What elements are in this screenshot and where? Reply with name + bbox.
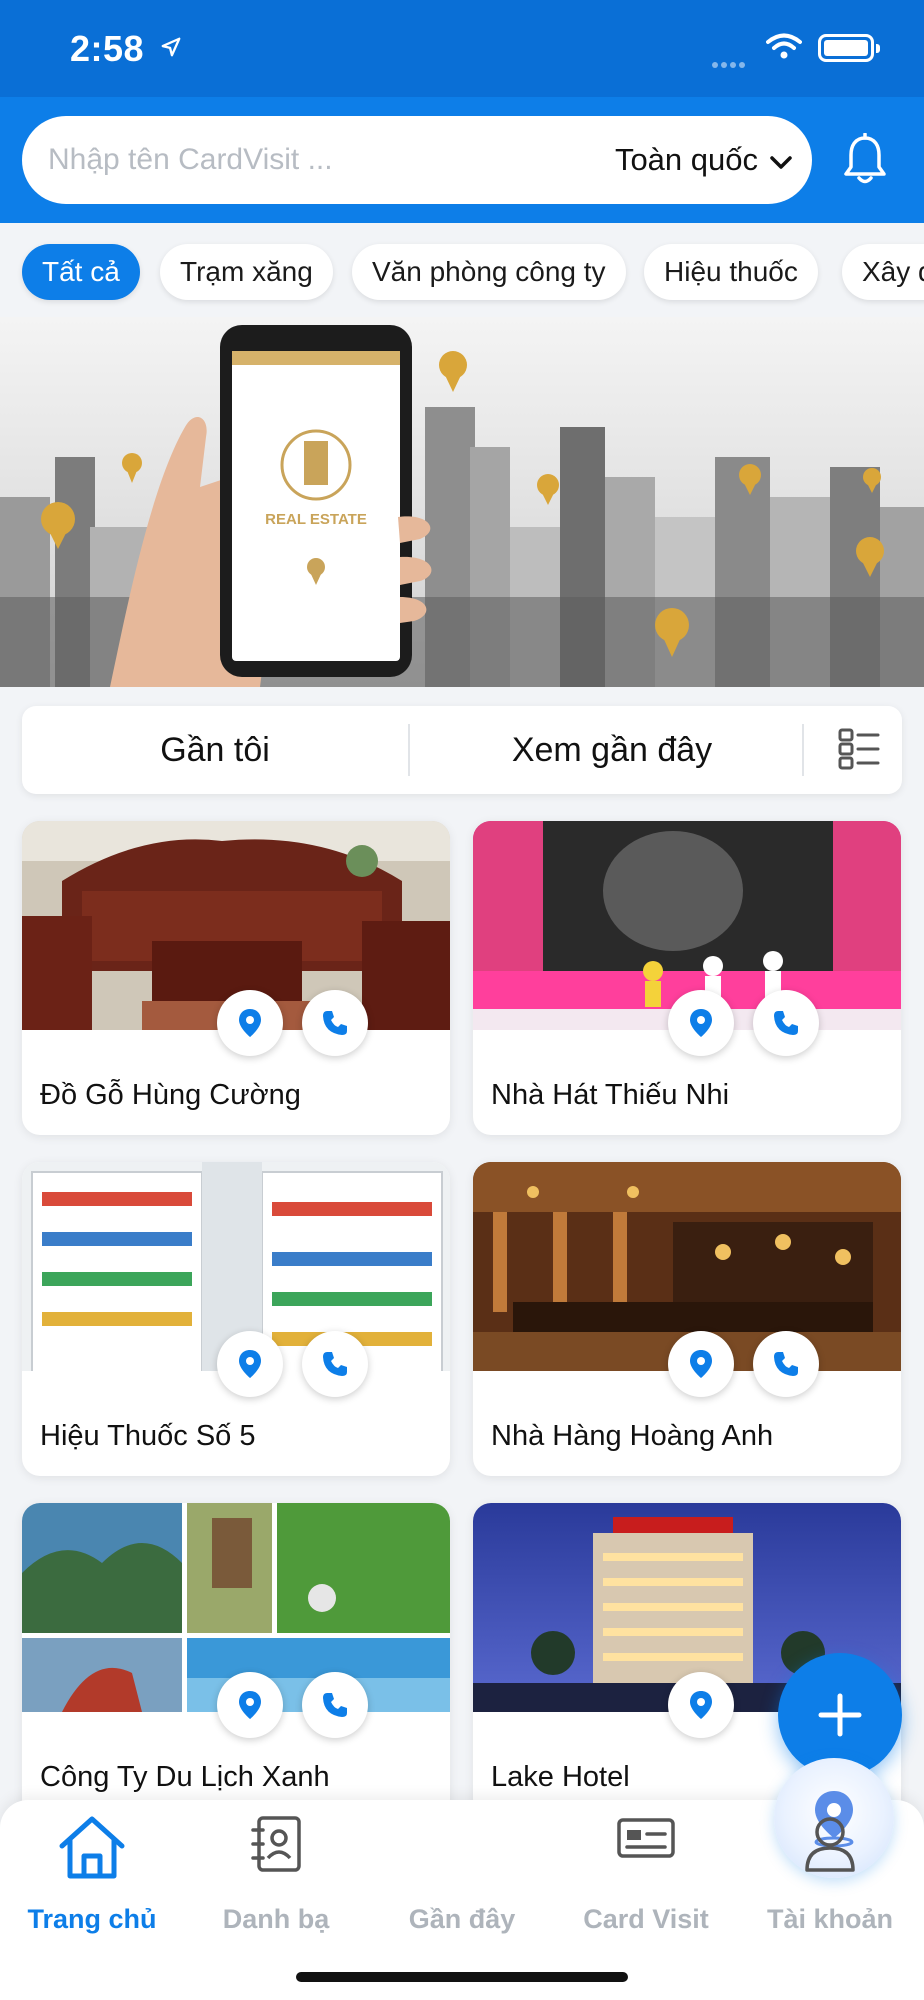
bottom-navigation: Trang chủ Danh bạ Gần đây Card Visit Tài… [0, 1758, 924, 2000]
home-icon [59, 1816, 125, 1879]
signal-icon [712, 55, 756, 68]
nav-label: Trang chủ [27, 1904, 157, 1934]
business-card[interactable]: Công Ty Du Lịch Xanh [22, 1503, 450, 1817]
card-title: Nhà Hát Thiếu Nhi [491, 1079, 730, 1111]
business-card[interactable]: Nhà Hát Thiếu Nhi [473, 821, 901, 1135]
card-icon [617, 1818, 675, 1858]
business-card[interactable]: Đồ Gỗ Hùng Cường [22, 821, 450, 1135]
map-pin-button[interactable] [217, 990, 283, 1056]
search-bar: Toàn quốc [22, 116, 812, 204]
nav-label: Danh bạ [222, 1904, 330, 1934]
business-card[interactable]: Nhà Hàng Hoàng Anh [473, 1162, 901, 1476]
nav-home[interactable]: Trang chủ [2, 1800, 182, 1934]
card-title: Nhà Hàng Hoàng Anh [491, 1420, 774, 1452]
home-indicator [296, 1972, 628, 1982]
tab-divider [802, 724, 804, 776]
location-pin-icon [690, 1691, 712, 1719]
business-card[interactable]: Hiệu Thuốc Số 5 [22, 1162, 450, 1476]
phone-icon [323, 1693, 347, 1717]
call-button[interactable] [302, 990, 368, 1056]
battery-icon [818, 34, 880, 62]
banner-brand-text: REAL ESTATE [265, 511, 367, 528]
call-button[interactable] [302, 1672, 368, 1738]
map-pin-button[interactable] [217, 1672, 283, 1738]
status-bar: 2:58 [0, 0, 924, 97]
nav-account[interactable]: Tài khoản [740, 1800, 920, 1934]
plus-icon [818, 1693, 862, 1737]
card-title: Hiệu Thuốc Số 5 [40, 1420, 256, 1452]
phone-icon [774, 1352, 798, 1376]
card-title: Lake Hotel [491, 1761, 630, 1793]
region-dropdown[interactable]: Toàn quốc [615, 116, 792, 204]
region-label: Toàn quốc [614, 142, 758, 177]
chip-construction[interactable]: Xây dựng [842, 244, 924, 300]
map-pin-button[interactable] [217, 1331, 283, 1397]
search-input[interactable] [48, 116, 568, 204]
call-button[interactable] [302, 1331, 368, 1397]
chip-gas-station[interactable]: Trạm xăng [160, 244, 333, 300]
promo-banner[interactable]: REAL ESTATE [0, 317, 924, 687]
location-pin-icon [239, 1009, 261, 1037]
location-pin-icon [239, 1350, 261, 1378]
chip-pharmacy[interactable]: Hiệu thuốc [644, 244, 818, 300]
call-button[interactable] [753, 990, 819, 1056]
tab-near-me[interactable]: Gần tôi [22, 706, 408, 794]
list-view-icon[interactable] [838, 728, 880, 775]
location-arrow-icon [160, 36, 182, 63]
nav-label: Gần đây [408, 1904, 516, 1934]
nav-card-visit[interactable]: Card Visit [556, 1800, 736, 1934]
nav-label: Tài khoản [766, 1904, 894, 1934]
phone-icon [323, 1011, 347, 1035]
tabs-bar: Gần tôi Xem gần đây [22, 706, 902, 794]
nav-label: Card Visit [583, 1904, 709, 1934]
category-chips: Tất cả Trạm xăng Văn phòng công ty Hiệu … [0, 223, 924, 317]
nav-nearby[interactable]: Gần đây [372, 1758, 894, 1934]
nav-contacts[interactable]: Danh bạ [186, 1800, 366, 1934]
location-pin-icon [239, 1691, 261, 1719]
bell-icon[interactable] [842, 132, 888, 192]
chip-all[interactable]: Tất cả [22, 244, 140, 300]
phone-icon [774, 1011, 798, 1035]
map-pin-button[interactable] [668, 1331, 734, 1397]
tab-recently-viewed[interactable]: Xem gần đây [410, 706, 814, 794]
card-title: Công Ty Du Lịch Xanh [40, 1761, 330, 1793]
user-icon [805, 1817, 855, 1872]
call-button[interactable] [753, 1331, 819, 1397]
chevron-down-icon [770, 142, 792, 178]
wifi-icon [766, 32, 802, 65]
contacts-icon [251, 1816, 301, 1872]
location-pin-icon [690, 1350, 712, 1378]
map-pin-button[interactable] [668, 1672, 734, 1738]
status-time: 2:58 [70, 28, 145, 69]
header: Toàn quốc [0, 97, 924, 223]
map-pin-button[interactable] [668, 990, 734, 1056]
phone-icon [323, 1352, 347, 1376]
location-pin-icon [690, 1009, 712, 1037]
card-title: Đồ Gỗ Hùng Cường [40, 1079, 301, 1111]
chip-office[interactable]: Văn phòng công ty [352, 244, 626, 300]
